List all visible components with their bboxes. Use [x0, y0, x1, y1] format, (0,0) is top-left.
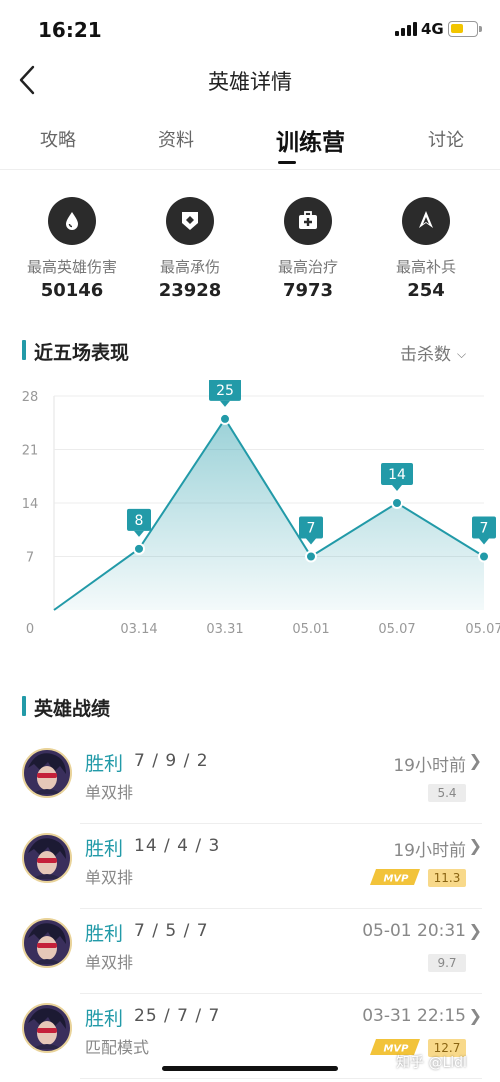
tab-training-camp[interactable]: 训练营 [276, 123, 345, 157]
data-point [305, 550, 317, 563]
battery-icon [448, 21, 482, 37]
spearhead-icon [402, 197, 450, 245]
stat-value: 7973 [282, 280, 334, 301]
match-time: 19小时前 [393, 756, 466, 776]
data-label-pointer [479, 538, 489, 545]
match-result: 胜利 [85, 753, 124, 775]
match-result: 胜利 [85, 838, 124, 860]
data-label-pointer [134, 530, 144, 537]
mvp-badge: MVP [370, 867, 422, 887]
data-label-pointer [392, 485, 402, 491]
watermark: 知乎 @Lldl [396, 1055, 467, 1071]
page-title: 英雄详情 [208, 70, 292, 94]
tab-bar: 攻略 资料 训练营 讨论 [0, 114, 500, 170]
chevron-right-icon: ❯ [468, 1006, 482, 1025]
x-tick-label: 05.01 [292, 622, 329, 637]
blood-drop-icon [48, 197, 96, 245]
data-point [391, 497, 403, 509]
y-tick-label: 0 [26, 622, 34, 637]
chevron-right-icon: ❯ [468, 836, 482, 855]
data-label: 7 [307, 521, 316, 537]
match-kda: 7 / 9 / 2 [134, 751, 209, 771]
area-fill [54, 418, 484, 610]
record-row[interactable]: 胜利 7 / 9 / 2 单双排 19小时前 ❯ 5.4 [0, 738, 500, 824]
stat-max-hero-damage: 最高英雄伤害 50146 [12, 197, 132, 301]
y-tick-label: 28 [22, 390, 39, 405]
data-label: 14 [388, 467, 406, 483]
row-divider [80, 1078, 482, 1079]
chevron-down-icon: ⌵ [457, 347, 467, 361]
signal-icon [395, 22, 417, 36]
tab-strategy[interactable]: 攻略 [40, 126, 76, 152]
y-tick-label: 7 [26, 551, 34, 566]
match-kda: 14 / 4 / 3 [134, 836, 221, 856]
match-mode: 单双排 [85, 868, 134, 887]
tab-indicator [278, 161, 296, 164]
network-label: 4G [421, 20, 444, 38]
section-accent-bar [22, 340, 26, 360]
stat-max-damage-taken: 最高承伤 23928 [130, 197, 250, 301]
data-point [133, 542, 145, 555]
hero-avatar [22, 748, 72, 798]
chart-svg: 0 7 14 21 28 03.14 03.31 05.01 05.07 05.07 8 25 7 14 7 [22, 378, 500, 637]
x-tick-label: 03.14 [120, 622, 157, 637]
stat-label: 最高治疗 [277, 258, 338, 276]
y-tick-label: 21 [22, 444, 39, 459]
x-tick-label: 05.07 [378, 622, 415, 637]
match-mode: 单双排 [85, 953, 134, 972]
tab-discussion[interactable]: 讨论 [428, 126, 464, 152]
status-time: 16:21 [38, 18, 102, 42]
hero-avatar [22, 918, 72, 968]
stat-label: 最高英雄伤害 [26, 258, 117, 276]
home-indicator[interactable] [162, 1066, 338, 1071]
match-time: 19小时前 [393, 841, 466, 861]
x-tick-label: 03.31 [206, 622, 243, 637]
data-label: 8 [135, 513, 144, 529]
match-time: 05-01 20:31 [362, 921, 466, 941]
match-time: 03-31 22:15 [362, 1006, 466, 1026]
mvp-label: MVP [383, 874, 409, 885]
y-tick-label: 14 [22, 497, 39, 512]
stat-value: 50146 [40, 280, 104, 301]
data-label-pointer [306, 538, 316, 545]
data-label: 25 [216, 383, 234, 399]
data-point [478, 550, 490, 563]
recent-section-title: 近五场表现 [34, 342, 130, 364]
x-tick-label: 05.07 [465, 622, 500, 637]
chevron-right-icon: ❯ [468, 921, 482, 940]
tab-info[interactable]: 资料 [158, 126, 194, 152]
records-section-title: 英雄战绩 [34, 698, 111, 720]
match-score: 9.7 [428, 954, 466, 972]
match-kda: 7 / 5 / 7 [134, 921, 209, 941]
record-row[interactable]: 胜利 14 / 4 / 3 单双排 19小时前 ❯ MVP 11.3 [0, 823, 500, 909]
chevron-right-icon: ❯ [468, 751, 482, 770]
stat-value: 23928 [158, 280, 222, 301]
match-kda: 25 / 7 / 7 [134, 1006, 221, 1026]
metric-dropdown[interactable]: 击杀数 ⌵ [400, 340, 466, 365]
stat-label: 最高补兵 [395, 258, 456, 276]
match-score: 11.3 [428, 869, 466, 887]
data-label: 7 [480, 521, 489, 537]
stat-label: 最高承伤 [159, 258, 220, 276]
section-accent-bar [22, 696, 26, 716]
match-mode: 单双排 [85, 783, 134, 802]
data-point [219, 412, 231, 425]
stat-max-healing: 最高治疗 7973 [248, 197, 368, 301]
record-row[interactable]: 胜利 7 / 5 / 7 单双排 05-01 20:31 ❯ 9.7 [0, 908, 500, 994]
stat-max-last-hits: 最高补兵 254 [366, 197, 486, 301]
match-score: 5.4 [428, 784, 466, 802]
hero-avatar [22, 1003, 72, 1053]
match-result: 胜利 [85, 1008, 124, 1030]
status-bar: 16:21 4G [0, 0, 500, 56]
hero-avatar [22, 833, 72, 883]
data-label-pointer [220, 400, 230, 407]
medkit-icon [284, 197, 332, 245]
performance-chart: 0 7 14 21 28 03.14 03.31 05.01 05.07 05.07 8 25 7 14 7 [0, 378, 500, 640]
match-result: 胜利 [85, 923, 124, 945]
metric-dropdown-label: 击杀数 [400, 345, 451, 365]
shield-icon [166, 197, 214, 245]
match-mode: 匹配模式 [85, 1038, 150, 1057]
stat-value: 254 [407, 280, 445, 301]
